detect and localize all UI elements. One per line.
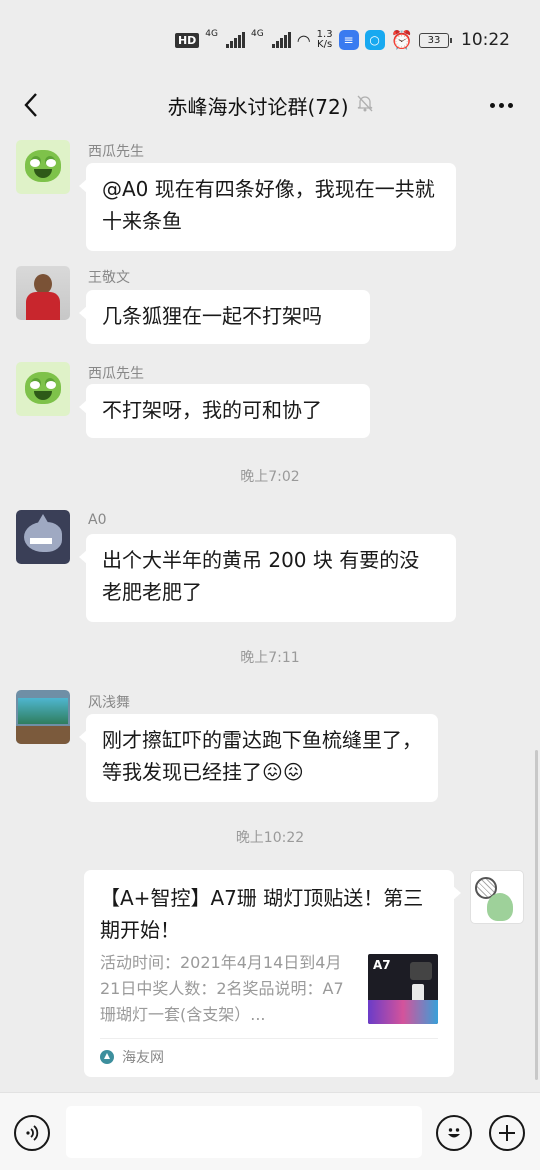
message-bubble[interactable]: 不打架呀，我的可和协了 xyxy=(79,384,370,438)
input-bar xyxy=(0,1092,540,1170)
sender-name: 西瓜先生 xyxy=(88,366,144,382)
app-notification-icon: ≡ xyxy=(338,30,359,50)
signal-icon xyxy=(271,32,291,48)
message-input[interactable] xyxy=(66,1106,422,1158)
emoji-button[interactable] xyxy=(436,1115,472,1151)
hd-icon: HD xyxy=(174,32,200,48)
sender-name: 王敬文 xyxy=(88,270,130,286)
plus-icon xyxy=(499,1125,515,1141)
avatar[interactable] xyxy=(16,510,70,564)
timestamp: 晚上10:22 xyxy=(235,830,305,846)
voice-icon xyxy=(26,1125,39,1141)
sender-name: 风浅舞 xyxy=(88,695,130,711)
status-icons: HD 4G 4G ◠ 1.3 K/s ≡ ○ ⏰ 33 10:22 xyxy=(174,29,510,51)
battery-level: 33 xyxy=(427,34,441,46)
network-speed-unit: K/s xyxy=(317,39,333,50)
chevron-left-icon xyxy=(24,93,37,117)
battery-icon: 33 xyxy=(419,32,452,48)
avatar[interactable] xyxy=(470,870,524,924)
sender-name: A0 xyxy=(88,512,107,528)
message-list[interactable]: 西瓜先生 @A0 现在有四条好像，我现在一共就十来条鱼 王敬文 几条狐狸在一起不… xyxy=(0,130,540,1092)
message-text: 出个大半年的黄吊 200 块 有要的没 老肥老肥了 xyxy=(102,548,420,604)
source-logo-icon xyxy=(100,1050,114,1064)
signal-icon xyxy=(226,32,245,48)
message-bubble[interactable]: 刚才擦缸吓的雷达跑下鱼梳缝里了，等我发现已经挂了😖😖 xyxy=(79,714,438,802)
network-type-label: 4G xyxy=(205,29,218,39)
network-type-label: 4G xyxy=(251,29,264,39)
chat-header: 赤峰海水讨论群(72) xyxy=(0,80,540,130)
link-card[interactable]: 【A+智控】A7珊 瑚灯顶贴送！第三期开始！ 活动时间：2021年4月14日到4… xyxy=(84,870,461,1077)
status-bar: HD 4G 4G ◠ 1.3 K/s ≡ ○ ⏰ 33 10:22 xyxy=(0,0,540,80)
more-options-button[interactable] xyxy=(484,92,518,118)
scrollbar[interactable] xyxy=(535,750,538,1080)
message-text: 不打架呀，我的可和协了 xyxy=(102,398,322,422)
source-name: 海友网 xyxy=(122,1050,164,1066)
link-card-source: 海友网 xyxy=(100,1038,438,1067)
app-notification-icon: ○ xyxy=(364,30,385,50)
network-speed: 1.3 K/s xyxy=(317,30,333,50)
message-bubble[interactable]: 几条狐狸在一起不打架吗 xyxy=(79,290,370,344)
more-functions-button[interactable] xyxy=(489,1115,525,1151)
clock: 10:22 xyxy=(461,30,510,50)
avatar[interactable] xyxy=(16,266,70,320)
message-text: 几条狐狸在一起不打架吗 xyxy=(102,304,322,328)
emoji-icon xyxy=(448,1128,460,1138)
alarm-icon: ⏰ xyxy=(390,29,413,51)
avatar[interactable] xyxy=(16,362,70,416)
message-bubble[interactable]: @A0 现在有四条好像，我现在一共就十来条鱼 xyxy=(79,163,456,251)
message-bubble[interactable]: 出个大半年的黄吊 200 块 有要的没 老肥老肥了 xyxy=(79,534,456,622)
message-text: 刚才擦缸吓的雷达跑下鱼梳缝里了，等我发现已经挂了😖😖 xyxy=(102,728,422,784)
avatar[interactable] xyxy=(16,140,70,194)
group-title: 赤峰海水讨论群(72) xyxy=(167,94,349,119)
link-card-title: 【A+智控】A7珊 瑚灯顶贴送！第三期开始！ xyxy=(100,886,424,942)
bell-off-icon xyxy=(357,94,373,116)
timestamp: 晚上7:02 xyxy=(240,469,300,485)
thumbnail-label: A7 xyxy=(373,958,391,972)
back-button[interactable] xyxy=(14,88,48,122)
link-card-description: 活动时间：2021年4月14日到4月21日中奖人数：2名奖品说明：A7珊瑚灯一套… xyxy=(100,953,344,1024)
timestamp: 晚上7:11 xyxy=(240,650,300,666)
sender-name: 西瓜先生 xyxy=(88,144,144,160)
message-text: @A0 现在有四条好像，我现在一共就十来条鱼 xyxy=(102,177,435,233)
link-card-thumbnail: A7 xyxy=(368,954,438,1024)
wifi-icon: ◠ xyxy=(296,30,311,50)
voice-button[interactable] xyxy=(14,1115,50,1151)
avatar[interactable] xyxy=(16,690,70,744)
